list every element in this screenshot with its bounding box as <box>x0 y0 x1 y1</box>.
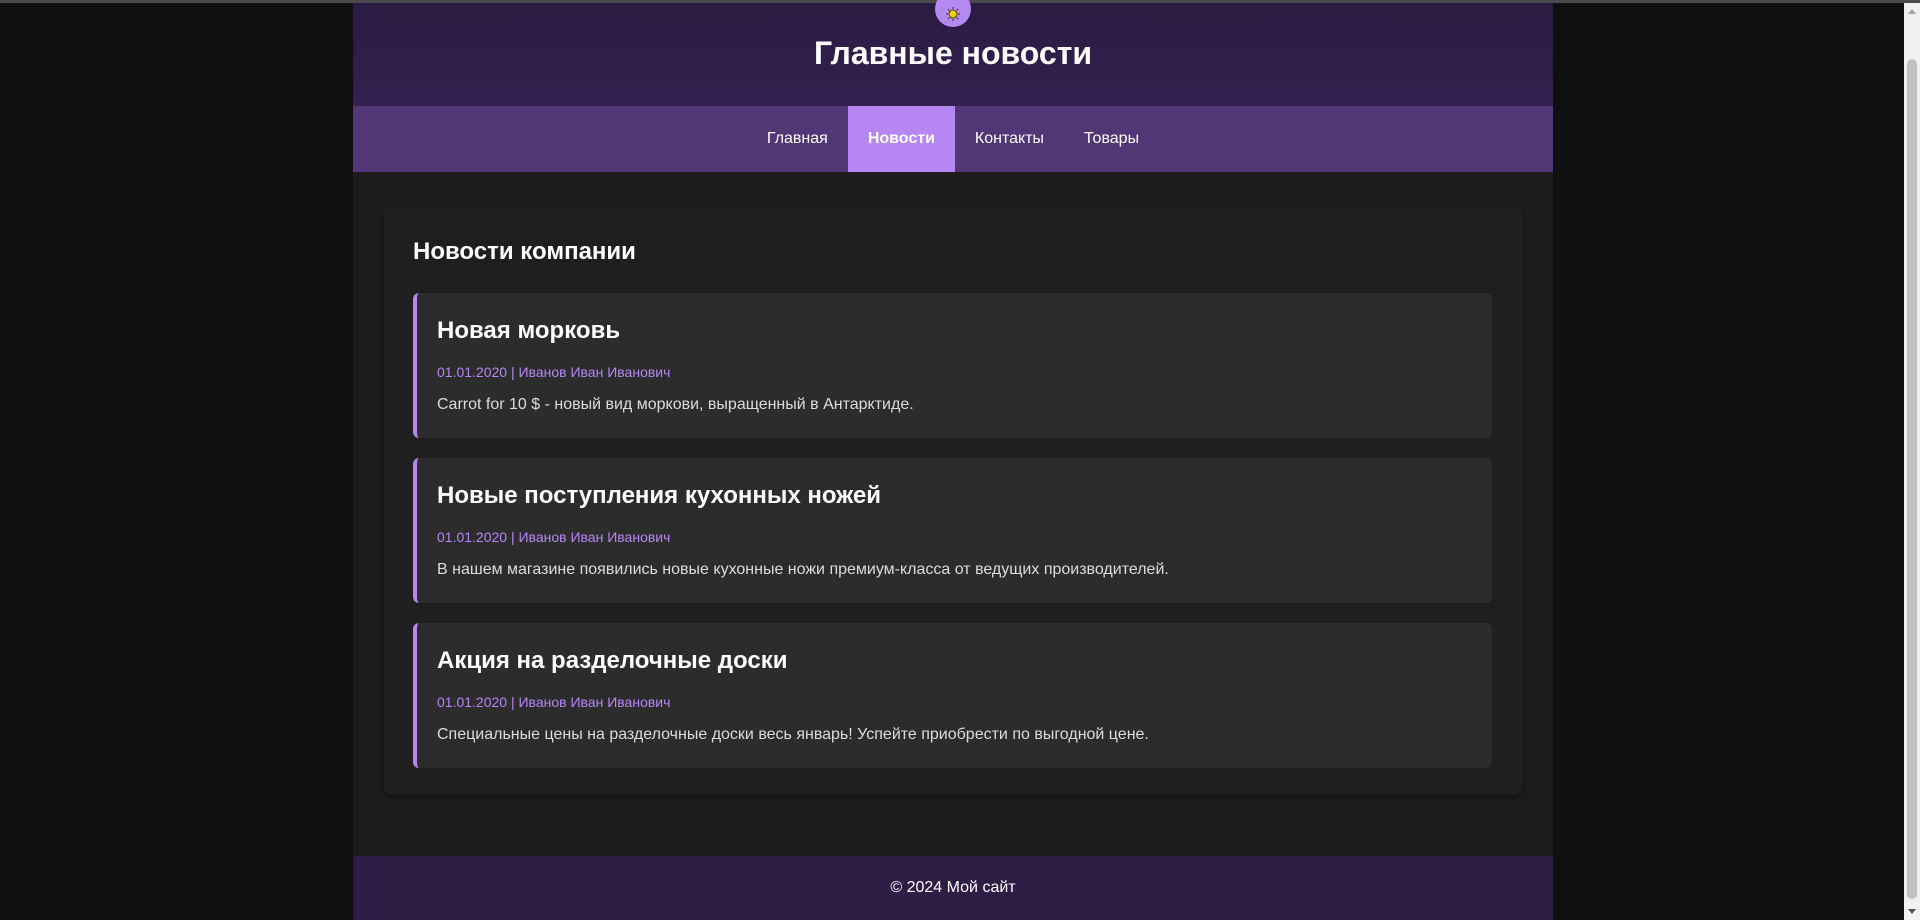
news-section: Новости компании Новая морковь 01.01.202… <box>384 207 1522 795</box>
article-text: Специальные цены на разделочные доски ве… <box>437 726 1149 743</box>
site-header: Главные новости <box>353 0 1553 106</box>
section-title: Новости компании <box>413 238 636 265</box>
scrollbar-thumb[interactable] <box>1907 59 1917 899</box>
news-article: Акция на разделочные доски 01.01.2020 | … <box>413 623 1492 768</box>
article-title: Новая морковь <box>437 317 621 344</box>
article-meta: 01.01.2020 | Иванов Иван Иванович <box>437 529 671 545</box>
nav-item-home[interactable]: Главная <box>747 106 848 172</box>
news-article: Новые поступления кухонных ножей 01.01.2… <box>413 458 1492 603</box>
article-meta: 01.01.2020 | Иванов Иван Иванович <box>437 364 671 380</box>
news-article: Новая морковь 01.01.2020 | Иванов Иван И… <box>413 293 1492 438</box>
nav-item-products[interactable]: Товары <box>1064 106 1159 172</box>
scroll-down-arrow-icon[interactable] <box>1908 909 1916 914</box>
main-nav: Главная Новости Контакты Товары <box>353 106 1553 172</box>
article-text: В нашем магазине появились новые кухонны… <box>437 561 1169 578</box>
article-title: Акция на разделочные доски <box>437 647 788 674</box>
article-title: Новые поступления кухонных ножей <box>437 482 882 509</box>
scroll-up-arrow-icon[interactable] <box>1908 9 1916 14</box>
nav-item-contacts[interactable]: Контакты <box>955 106 1064 172</box>
vertical-scrollbar[interactable] <box>1904 3 1920 920</box>
article-text: Carrot for 10 $ - новый вид моркови, выр… <box>437 396 914 413</box>
nav-item-news[interactable]: Новости <box>847 106 955 172</box>
sun-icon <box>946 7 960 21</box>
footer-copyright: © 2024 Мой сайт <box>890 879 1016 896</box>
page-container: Главные новости Главная Новости Контакты… <box>353 0 1553 920</box>
site-footer: © 2024 Мой сайт <box>353 856 1553 920</box>
article-meta: 01.01.2020 | Иванов Иван Иванович <box>437 694 671 710</box>
